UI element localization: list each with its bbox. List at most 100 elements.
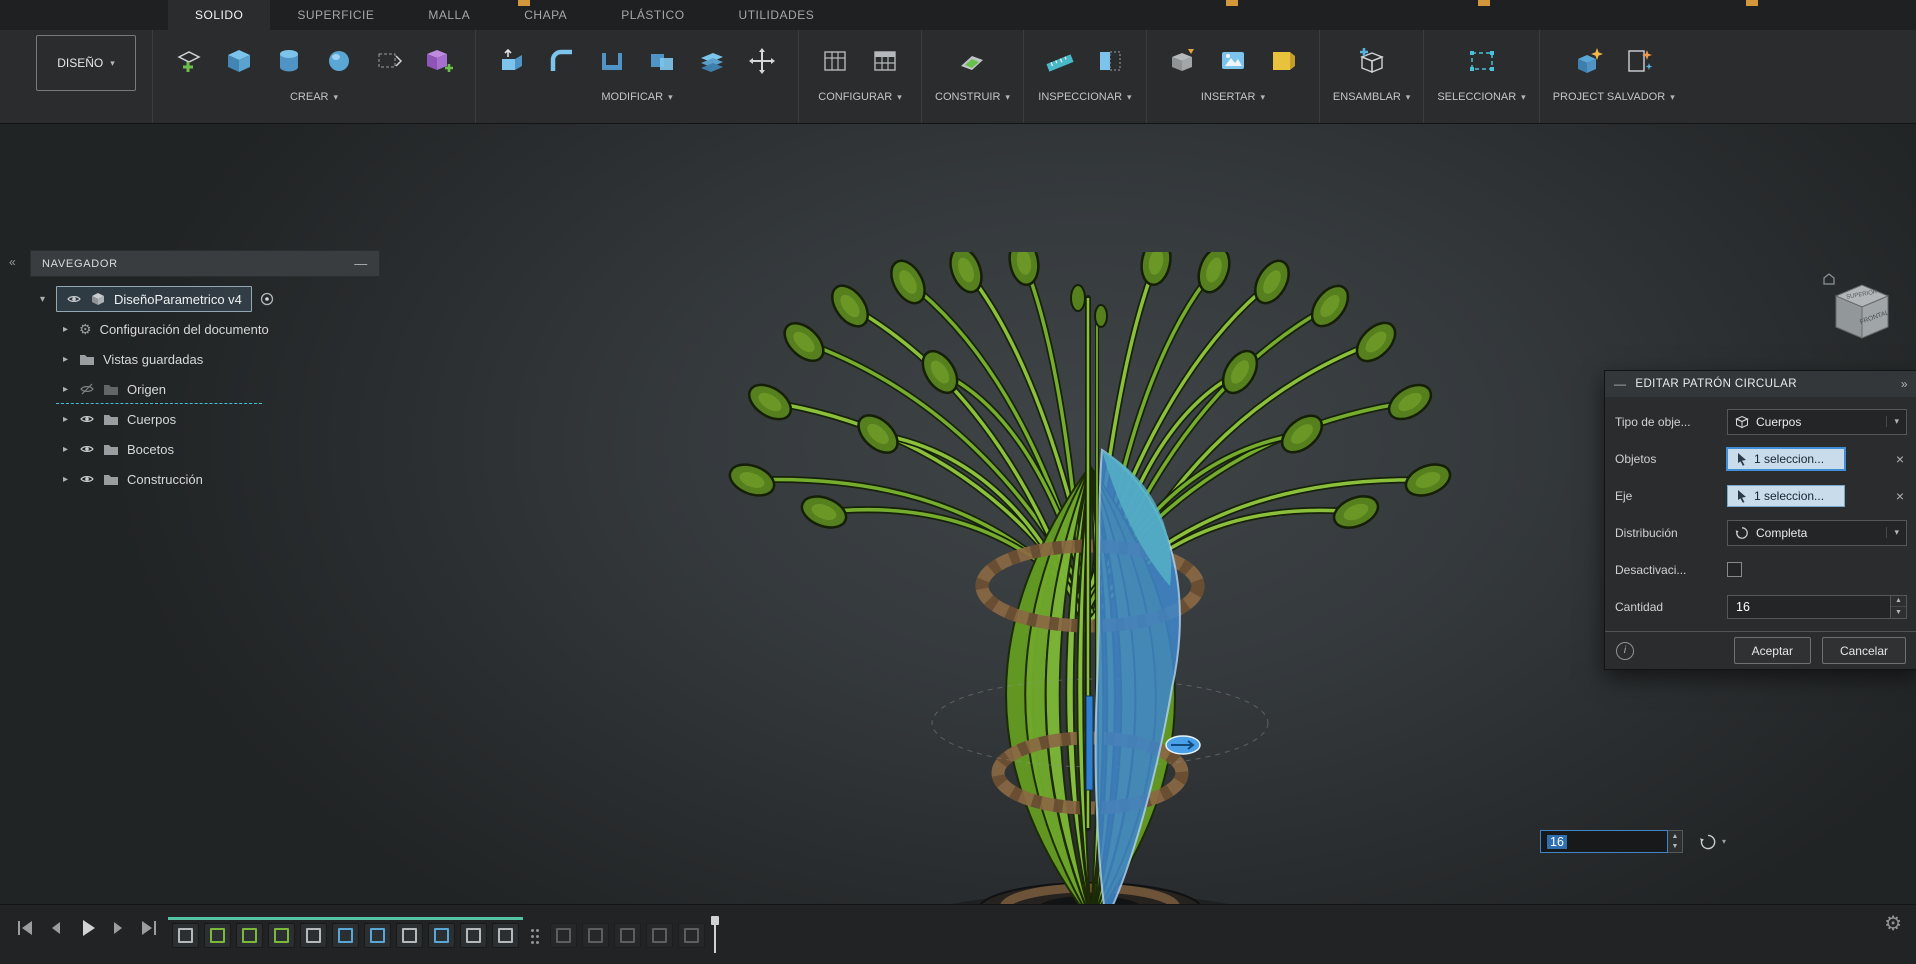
eye-off-icon[interactable] [79,381,95,397]
parametric-plant-model[interactable] [700,252,1480,964]
spinner-up-icon[interactable]: ▲ [1891,595,1906,607]
axis-selection-chip[interactable]: 1 seleccion... [1727,484,1845,507]
chevron-collapsed-icon[interactable]: ▸ [60,354,71,365]
timeline-step-forward-button[interactable] [105,915,131,941]
timeline-feature[interactable] [550,923,577,948]
section-analysis-button[interactable] [1087,35,1133,87]
group-label-configurar[interactable]: CONFIGURAR ▾ [812,91,908,103]
expand-dialog-icon[interactable]: » [1901,377,1908,391]
minimize-dialog-icon[interactable]: — [1614,377,1626,391]
tree-item-bodies[interactable]: ▸ Cuerpos [30,404,380,434]
tree-item-sketches[interactable]: ▸ Bocetos [30,434,380,464]
group-label-inspeccionar[interactable]: INSPECCIONAR ▾ [1037,91,1133,103]
insert-derive-button[interactable] [1160,35,1206,87]
primitive-box-button[interactable] [216,35,262,87]
select-tool-button[interactable] [1459,35,1505,87]
objects-selection-chip[interactable]: 1 seleccion... [1727,447,1845,470]
clear-axis-selection-icon[interactable]: × [1893,488,1907,504]
move-copy-button[interactable] [739,35,785,87]
chevron-collapsed-icon[interactable]: ▸ [60,384,71,395]
timeline-feature[interactable] [268,923,295,948]
primitive-sphere-button[interactable] [316,35,362,87]
minimize-panel-icon[interactable]: — [354,256,368,271]
tree-item-origin[interactable]: ▸ Origen [30,374,380,404]
timeline-step-back-button[interactable] [43,915,69,941]
tree-item-named-views[interactable]: ▸ Vistas guardadas [30,344,380,374]
root-component-selected-box[interactable]: DiseñoParametrico v4 [56,286,252,312]
timeline-play-button[interactable] [74,915,100,941]
spinner-down-icon[interactable]: ▼ [1891,607,1906,618]
timeline-feature[interactable] [204,923,231,948]
tree-item-construction[interactable]: ▸ Construcción [30,464,380,494]
measure-button[interactable] [1037,35,1083,87]
tab-plastico[interactable]: PLÁSTICO [594,0,711,30]
group-label-insertar[interactable]: INSERTAR ▾ [1160,91,1306,103]
distribution-dropdown[interactable]: Completa ▾ [1727,519,1907,546]
create-sketch-button[interactable] [166,35,212,87]
insert-decal-button[interactable] [1260,35,1306,87]
timeline-feature[interactable] [492,923,519,948]
construct-plane-button[interactable] [949,35,995,87]
viewcube-home-icon[interactable] [1823,273,1835,285]
tab-utilidades[interactable]: UTILIDADES [712,0,842,30]
timeline-marker[interactable] [711,916,719,953]
cancel-button[interactable]: Cancelar [1821,637,1906,664]
eye-icon[interactable] [79,441,95,457]
press-pull-button[interactable] [489,35,535,87]
group-label-modificar[interactable]: MODIFICAR ▾ [489,91,785,103]
pattern-type-button[interactable]: ▾ [1699,830,1726,853]
timeline-feature[interactable] [364,923,391,948]
tree-item-root-component[interactable]: ▾ DiseñoParametrico v4 [30,284,380,314]
pattern-sketch-button[interactable] [366,35,412,87]
tab-superficie[interactable]: SUPERFICIE [270,0,401,30]
viewport-3d[interactable]: SUPERIOR FRONTAL « NAVEGADOR — ▾ DiseñoP… [0,124,1916,964]
timeline-feature[interactable] [236,923,263,948]
timeline-feature[interactable] [332,923,359,948]
spinner-up-icon[interactable]: ▲ [1668,831,1682,842]
tree-item-document-settings[interactable]: ▸ ⚙ Configuración del documento [30,314,380,344]
viewcube[interactable]: SUPERIOR FRONTAL [1818,266,1904,352]
timeline-feature[interactable] [428,923,455,948]
eye-icon[interactable] [66,291,82,307]
timeline-settings-gear-icon[interactable]: ⚙ [1884,914,1902,934]
suppress-checkbox[interactable] [1727,562,1742,577]
group-label-ensamblar[interactable]: ENSAMBLAR ▾ [1333,91,1410,103]
salvador-generate-button[interactable] [1616,35,1662,87]
configure-table-button[interactable] [862,35,908,87]
combine-button[interactable] [639,35,685,87]
group-label-construir[interactable]: CONSTRUIR ▾ [935,91,1010,103]
spinner-down-icon[interactable]: ▼ [1668,841,1682,852]
insert-canvas-button[interactable] [1210,35,1256,87]
new-component-button[interactable] [1349,35,1395,87]
eye-icon[interactable] [79,471,95,487]
chevron-expanded-icon[interactable]: ▾ [37,294,48,305]
accept-button[interactable]: Aceptar [1733,637,1811,664]
eye-icon[interactable] [79,411,95,427]
canvas-quantity-spinner[interactable]: ▲ ▼ [1668,830,1683,853]
timeline-feature[interactable] [646,923,673,948]
timeline-feature[interactable] [678,923,705,948]
clear-objects-selection-icon[interactable]: × [1893,451,1907,467]
tab-chapa[interactable]: CHAPA [497,0,594,30]
group-label-crear[interactable]: CREAR ▾ [166,91,462,103]
timeline-drag-handle[interactable] [531,929,535,945]
chevron-collapsed-icon[interactable]: ▸ [60,324,71,335]
timeline-go-start-button[interactable] [12,915,38,941]
chevron-collapsed-icon[interactable]: ▸ [60,414,71,425]
group-label-seleccionar[interactable]: SELECCIONAR ▾ [1437,91,1525,103]
chevron-collapsed-icon[interactable]: ▸ [60,444,71,455]
tab-malla[interactable]: MALLA [401,0,497,30]
timeline-feature[interactable] [396,923,423,948]
object-type-dropdown[interactable]: Cuerpos ▾ [1727,408,1907,435]
dialog-header[interactable]: — EDITAR PATRÓN CIRCULAR » [1605,371,1916,397]
salvador-automate-button[interactable] [1566,35,1612,87]
timeline-feature[interactable] [614,923,641,948]
quantity-input[interactable]: 16 [1727,594,1891,619]
chevron-collapsed-icon[interactable]: ▸ [60,474,71,485]
offset-face-button[interactable] [689,35,735,87]
create-form-button[interactable] [416,35,462,87]
shell-button[interactable] [589,35,635,87]
group-label-project-salvador[interactable]: PROJECT SALVADOR ▾ [1553,91,1675,103]
timeline-feature[interactable] [300,923,327,948]
timeline-go-end-button[interactable] [136,915,162,941]
